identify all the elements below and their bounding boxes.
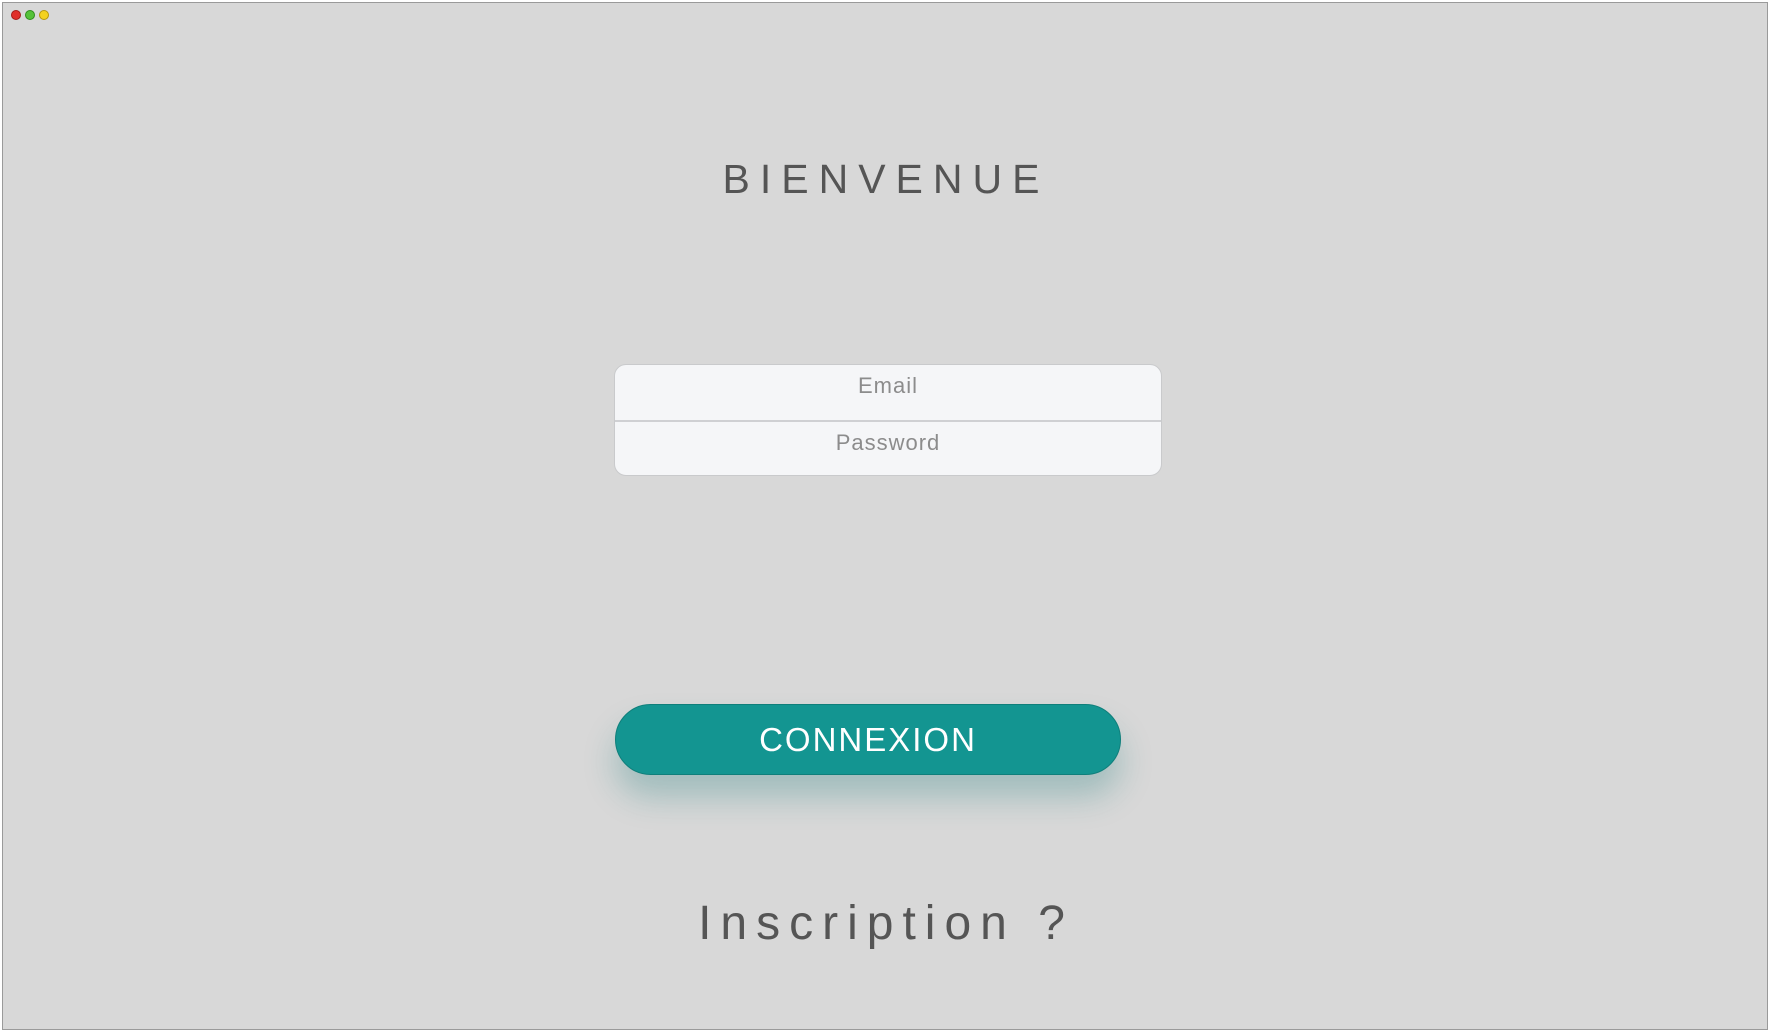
- page-title: BIENVENUE: [722, 156, 1050, 202]
- minimize-button[interactable]: [25, 10, 35, 20]
- inscription-link[interactable]: Inscription ?: [3, 896, 1767, 952]
- close-button[interactable]: [11, 10, 21, 20]
- app-window: BIENVENUE CONNEXION Inscription ?: [2, 2, 1768, 1030]
- window-controls: [11, 10, 49, 20]
- password-field[interactable]: [615, 422, 1161, 475]
- email-field[interactable]: [615, 365, 1161, 420]
- connexion-button[interactable]: CONNEXION: [615, 704, 1121, 775]
- maximize-button[interactable]: [39, 10, 49, 20]
- login-form: [614, 364, 1162, 476]
